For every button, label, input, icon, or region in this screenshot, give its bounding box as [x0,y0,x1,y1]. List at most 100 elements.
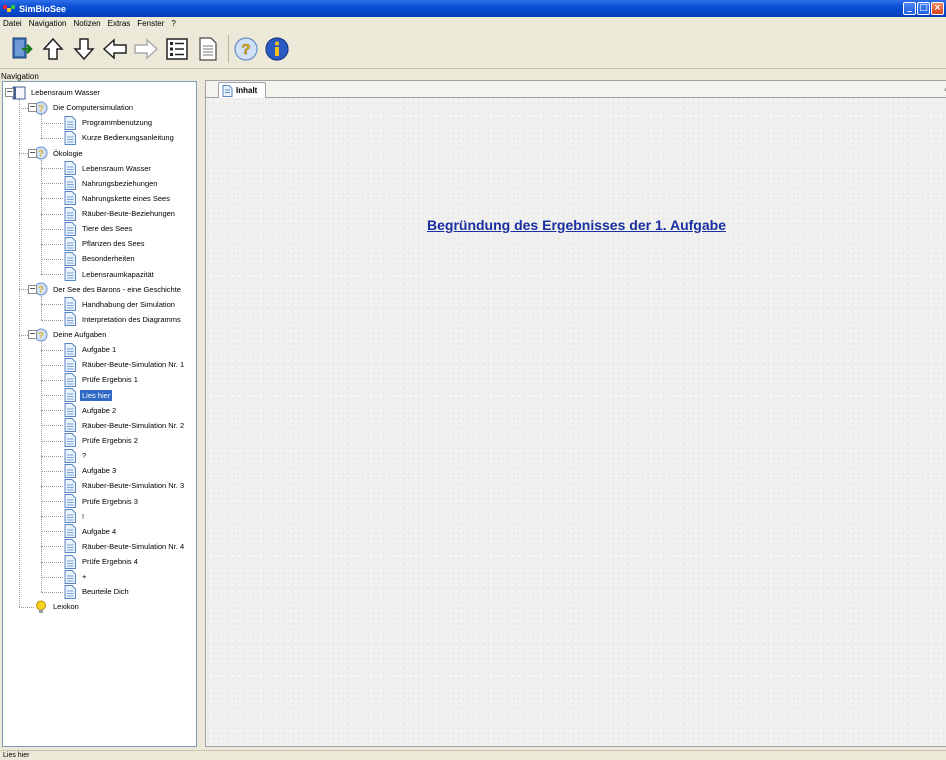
navigation-tree[interactable]: Lebensraum Wasser −? Die Computersimulatio… [2,81,197,747]
tree-item-räuber-beute-simulation-nr-4[interactable]: Räuber-Beute-Simulation Nr. 4 [63,539,186,554]
tree-item-aufgabe-4[interactable]: Aufgabe 4 [63,524,118,539]
menu-notizen[interactable]: Notizen [74,19,101,28]
tree-item-lies-hier[interactable]: Lies hier [63,388,113,403]
tree-item-lebensraum-wasser[interactable]: Lebensraum Wasser [63,161,153,176]
tree-item-label: Prüfe Ergebnis 2 [82,435,138,445]
splitter[interactable] [199,72,204,750]
info-button[interactable] [264,34,290,64]
minimize-button[interactable]: _ [903,2,916,15]
tree-item-prüfe-ergebnis-2[interactable]: Prüfe Ergebnis 2 [63,433,140,448]
tree-collapse-toggle[interactable]: − [28,148,37,158]
tree-item-lebensraum-wasser[interactable]: Lebensraum Wasser [12,85,102,100]
tree-connector [19,606,34,608]
menu-navigation[interactable]: Navigation [29,19,67,28]
tree-connector [41,380,63,382]
tree-connector [41,137,63,139]
heading-link[interactable]: Begründung des Ergebnisses der 1. Aufgab… [206,217,946,233]
menu-fenster[interactable]: Fenster [137,19,164,28]
nav-down-button[interactable] [71,34,97,64]
menu-help[interactable]: ? [171,19,175,28]
nav-back-button[interactable] [102,34,128,64]
tree-item-tiere-des-sees[interactable]: Tiere des Sees [63,221,134,236]
tree-item-nahrungskette-eines-sees[interactable]: Nahrungskette eines Sees [63,191,172,206]
nav-forward-button[interactable] [133,34,159,64]
tree-connector [41,364,63,366]
page-icon [64,478,76,493]
tree-item-prüfe-ergebnis-3[interactable]: Prüfe Ergebnis 3 [63,494,140,509]
exit-button[interactable] [9,34,35,64]
tree-item-lebensraumkapazität[interactable]: Lebensraumkapazität [63,267,156,282]
tree-collapse-toggle[interactable]: − [28,103,37,113]
page-icon [64,554,76,569]
tree-item-aufgabe-2[interactable]: Aufgabe 2 [63,403,118,418]
help-icon: ? [234,37,258,61]
page-icon [64,463,76,478]
tree-item-räuber-beute-simulation-nr-3[interactable]: Räuber-Beute-Simulation Nr. 3 [63,478,186,493]
page-icon [64,433,76,448]
tree-collapse-toggle[interactable]: − [5,88,14,97]
menu-extras[interactable]: Extras [108,19,131,28]
tree-item-räuber-beute-simulation-nr-2[interactable]: Räuber-Beute-Simulation Nr. 2 [63,418,186,433]
page-icon [64,297,76,312]
help-button[interactable]: ? [233,34,259,64]
tree-item-label: Aufgabe 1 [82,345,117,355]
tree-item-kurze-bedienungsanleitung[interactable]: Kurze Bedienungsanleitung [63,130,176,145]
tree-connector [41,159,42,275]
status-bar: Lies hier [0,750,946,760]
tree-item-interpretation-des-diagramms[interactable]: Interpretation des Diagramms [63,312,183,327]
page-icon [222,84,233,97]
tree-item-prüfe-ergebnis-1[interactable]: Prüfe Ergebnis 1 [63,372,140,387]
tab-strip: Inhalt ‹ [206,81,946,98]
tree-item-deine-aufgaben[interactable]: ? Deine Aufgaben [34,327,108,342]
tree-connector [41,168,63,170]
tree-item-pflanzen-des-sees[interactable]: Pflanzen des Sees [63,236,147,251]
svg-text:?: ? [38,103,44,113]
tree-connector [41,455,63,457]
page-icon [64,539,76,554]
page-view-button[interactable] [195,34,221,64]
nav-up-button[interactable] [40,34,66,64]
tree-item-ökologie[interactable]: ? Ökologie [34,146,85,161]
tree-item-räuber-beute-simulation-nr-1[interactable]: Räuber-Beute-Simulation Nr. 1 [63,357,186,372]
tree-collapse-toggle[interactable]: − [28,330,37,340]
page-icon [64,251,76,266]
page-icon [64,191,76,206]
tree-item-symbol-24[interactable]: ? [63,448,88,463]
tree-item-beurteile-dich[interactable]: Beurteile Dich [63,584,131,599]
page-icon [64,509,76,524]
tree-item-label: Besonderheiten [82,254,135,264]
app-icon [3,4,16,14]
tree-item-aufgabe-3[interactable]: Aufgabe 3 [63,463,118,478]
tree-item-nahrungsbeziehungen[interactable]: Nahrungsbeziehungen [63,176,159,191]
tree-item-besonderheiten[interactable]: Besonderheiten [63,251,137,266]
tree-item-prüfe-ergebnis-4[interactable]: Prüfe Ergebnis 4 [63,554,140,569]
tree-item-räuber-beute-beziehungen[interactable]: Räuber-Beute-Beziehungen [63,206,177,221]
tree-item-symbol-28[interactable]: ! [63,509,86,524]
menu-datei[interactable]: Datei [3,19,22,28]
tree-connector [41,576,63,578]
tree-item-symbol-32[interactable]: + [63,569,88,584]
page-icon [64,221,76,236]
tree-item-handhabung-der-simulation[interactable]: Handhabung der Simulation [63,297,177,312]
tree-connector [41,440,63,442]
tree-item-aufgabe-1[interactable]: Aufgabe 1 [63,342,118,357]
tree-connector [41,516,63,518]
tree-item-der-see-des-barons-eine-geschichte[interactable]: ? Der See des Barons - eine Geschichte [34,282,183,297]
tree-connector [41,425,63,427]
tree-collapse-toggle[interactable]: − [28,284,37,294]
tree-item-label: Aufgabe 4 [82,526,117,536]
close-button[interactable]: × [931,2,944,15]
page-icon [64,372,76,387]
tab-inhalt[interactable]: Inhalt [218,82,267,98]
maximize-button[interactable]: □ [917,2,930,15]
page-icon [199,37,217,61]
tree-item-programmbenutzung[interactable]: Programmbenutzung [63,115,154,130]
tree-item-label: Aufgabe 2 [82,405,117,415]
page-icon [64,448,76,463]
tree-item-label: Programmbenutzung [82,118,153,128]
tree-connector [41,243,63,245]
tree-item-die-computersimulation[interactable]: ? Die Computersimulation [34,100,135,115]
tree-item-lexikon[interactable]: Lexikon [34,599,81,614]
tree-item-label: Räuber-Beute-Simulation Nr. 3 [82,481,185,491]
contents-view-button[interactable] [164,34,190,64]
